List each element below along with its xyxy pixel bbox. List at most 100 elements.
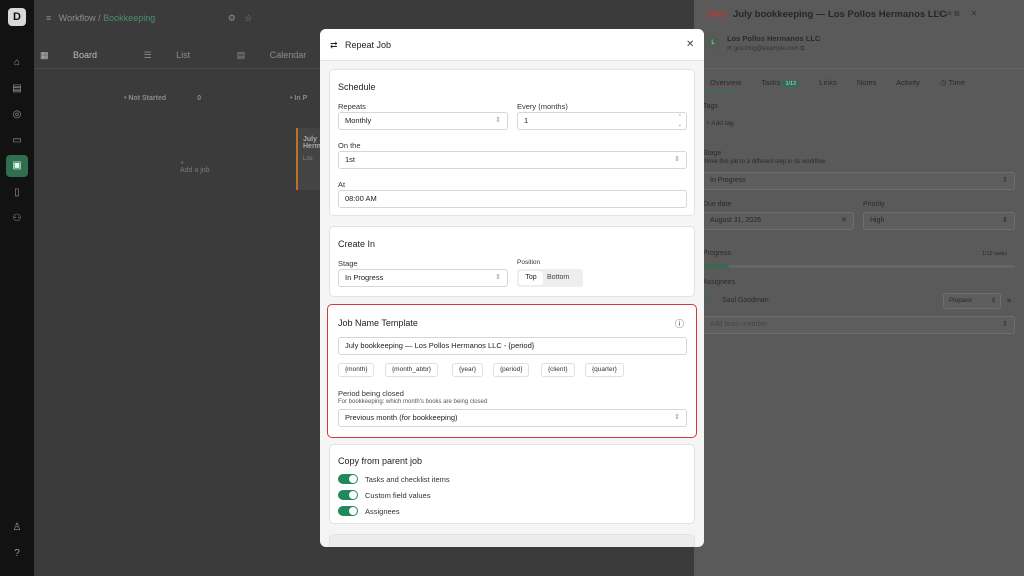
chevron-icon: ⇕	[1002, 217, 1008, 224]
clear-icon[interactable]: ✕	[841, 213, 847, 229]
edit-icon[interactable]: ✎	[936, 9, 943, 18]
repeats-value: Monthly	[345, 116, 372, 125]
template-value: July bookkeeping — Los Pollos Hermanos L…	[345, 341, 535, 350]
section-heading: Copy from parent job	[338, 456, 423, 466]
chevron-icon: ⇕	[1002, 177, 1008, 184]
position-label: Position	[517, 259, 541, 266]
due-date-field[interactable]: August 31, 2026 ✕	[703, 212, 854, 230]
tab-overview[interactable]: Overview	[710, 78, 741, 87]
tab-links[interactable]: Links	[819, 78, 837, 87]
on-the-value: 1st	[345, 155, 356, 164]
copy-from-parent-section: Copy from parent job Tasks and checklist…	[329, 444, 695, 524]
stage-value: In Progress	[710, 177, 746, 184]
repeats-label: Repeats	[338, 102, 366, 111]
tab-time[interactable]: ◷ Time	[940, 78, 965, 87]
repeat-icon[interactable]: ⇄	[945, 9, 952, 18]
chip-quarter[interactable]: {quarter}	[585, 363, 624, 377]
chip-year[interactable]: {year}	[452, 363, 483, 377]
stage-help: Move this job to a different step in its…	[703, 159, 826, 165]
every-months-input[interactable]: 1 ⌃ ⌄	[517, 112, 687, 130]
on-the-select[interactable]: 1st	[338, 151, 687, 169]
due-date-label: Due date	[703, 201, 732, 208]
repeats-select[interactable]: Monthly	[338, 112, 508, 130]
role-select[interactable]: Preparer ⇕	[943, 293, 1001, 309]
next-section	[329, 534, 695, 547]
chevron-icon: ⇕	[1002, 321, 1008, 328]
remove-assignee-icon[interactable]: ✕	[1006, 297, 1012, 305]
every-value: 1	[524, 116, 529, 125]
stage-value: In Progress	[345, 273, 384, 282]
toggle-assignees[interactable]	[338, 506, 358, 516]
panel-actions: ✎ ⇄ ⧉ ✕	[936, 9, 977, 19]
tasks-count-badge: 1/12	[782, 81, 800, 87]
job-detail-panel: WEEK July bookkeeping — Los Pollos Herma…	[694, 0, 1024, 576]
tab-notes[interactable]: Notes	[857, 78, 877, 87]
info-icon[interactable]: ⓘ	[675, 317, 684, 330]
divider	[694, 68, 1024, 69]
tab-time-label: Time	[948, 78, 965, 87]
section-heading: Job Name Template	[338, 318, 418, 328]
repeat-icon: ⇄	[330, 40, 338, 50]
period-help: For bookkeeping: which month's books are…	[338, 399, 488, 405]
placeholder-chips: {month} {month_abbr} {year} {period} {cl…	[338, 363, 687, 379]
job-title: July bookkeeping — Los Pollos Hermanos L…	[733, 9, 947, 20]
assignee-name: Saul Goodman	[722, 297, 769, 304]
time-input[interactable]: 08:00 AM	[338, 190, 687, 208]
stage-select[interactable]: In Progress ⇕	[703, 172, 1015, 190]
modal-title: Repeat Job	[345, 40, 392, 50]
add-tag-button[interactable]: + Add tag	[706, 120, 734, 127]
priority-select[interactable]: High ⇕	[863, 212, 1015, 230]
position-toggle: Top Bottom	[517, 269, 583, 287]
tab-activity[interactable]: Activity	[896, 78, 920, 87]
period-select[interactable]: Previous month (for bookkeeping)	[338, 409, 687, 427]
client-email: gus.fring@example.com	[733, 46, 799, 52]
job-badge: WEEK	[706, 10, 727, 20]
stage-label: Stage	[703, 150, 722, 157]
toggle-tasks[interactable]	[338, 474, 358, 484]
schedule-section: Schedule Repeats Every (months) Monthly …	[329, 69, 695, 216]
progress-label: Progress	[703, 250, 732, 257]
add-member-select[interactable]: Add team member ⇕	[703, 316, 1015, 334]
tab-tasks[interactable]: Tasks 1/12	[761, 78, 800, 87]
chip-client[interactable]: {client}	[541, 363, 575, 377]
client-name[interactable]: Los Pollos Hermanos LLC	[727, 34, 820, 43]
progress-bar	[703, 265, 1015, 268]
avatar: L	[706, 36, 720, 50]
progress-value: 1/12 tasks	[982, 251, 1008, 257]
stepper-icon[interactable]: ⌃ ⌄	[678, 113, 682, 129]
tab-tasks-label: Tasks	[761, 78, 781, 87]
create-in-section: Create In Stage Position In Progress Top…	[329, 226, 695, 297]
stage-select[interactable]: In Progress	[338, 269, 508, 287]
job-name-template-input[interactable]: July bookkeeping — Los Pollos Hermanos L…	[338, 337, 687, 355]
stage-label: Stage	[338, 259, 358, 268]
position-bottom-button[interactable]: Bottom	[547, 271, 569, 285]
close-modal-icon[interactable]: ✕	[686, 39, 694, 50]
toggle-custom-fields-label: Custom field values	[365, 491, 431, 500]
modal-header: ⇄ Repeat Job ✕	[320, 29, 704, 61]
backdrop[interactable]	[0, 0, 320, 576]
tags-label: Tags	[703, 103, 718, 110]
progress-fill	[703, 265, 729, 268]
period-label: Period being closed	[338, 389, 404, 398]
period-value: Previous month (for bookkeeping)	[345, 413, 458, 422]
priority-label: Priority	[863, 201, 885, 208]
toggle-custom-fields[interactable]	[338, 490, 358, 500]
copy-icon[interactable]: ⧉	[954, 9, 960, 18]
chip-month-abbr[interactable]: {month_abbr}	[385, 363, 439, 377]
copy-email-icon[interactable]: ⧉	[800, 46, 804, 52]
at-label: At	[338, 180, 346, 189]
chip-period[interactable]: {period}	[493, 363, 530, 377]
position-top-button[interactable]: Top	[519, 271, 543, 285]
toggle-assignees-label: Assignees	[365, 507, 400, 516]
close-icon[interactable]: ✕	[971, 9, 978, 18]
assignee-avatar: SG	[703, 297, 711, 303]
clock-icon: ◷	[940, 78, 947, 87]
toggle-tasks-label: Tasks and checklist items	[365, 475, 450, 484]
panel-tabs: Overview Tasks 1/12 Links Notes Activity…	[710, 78, 965, 87]
assignees-label: Assignees	[703, 279, 736, 286]
due-date-value: August 31, 2026	[710, 217, 761, 224]
on-the-label: On the	[338, 141, 361, 150]
add-member-placeholder: Add team member	[710, 321, 768, 328]
section-heading: Create In	[338, 239, 376, 249]
chip-month[interactable]: {month}	[338, 363, 375, 377]
